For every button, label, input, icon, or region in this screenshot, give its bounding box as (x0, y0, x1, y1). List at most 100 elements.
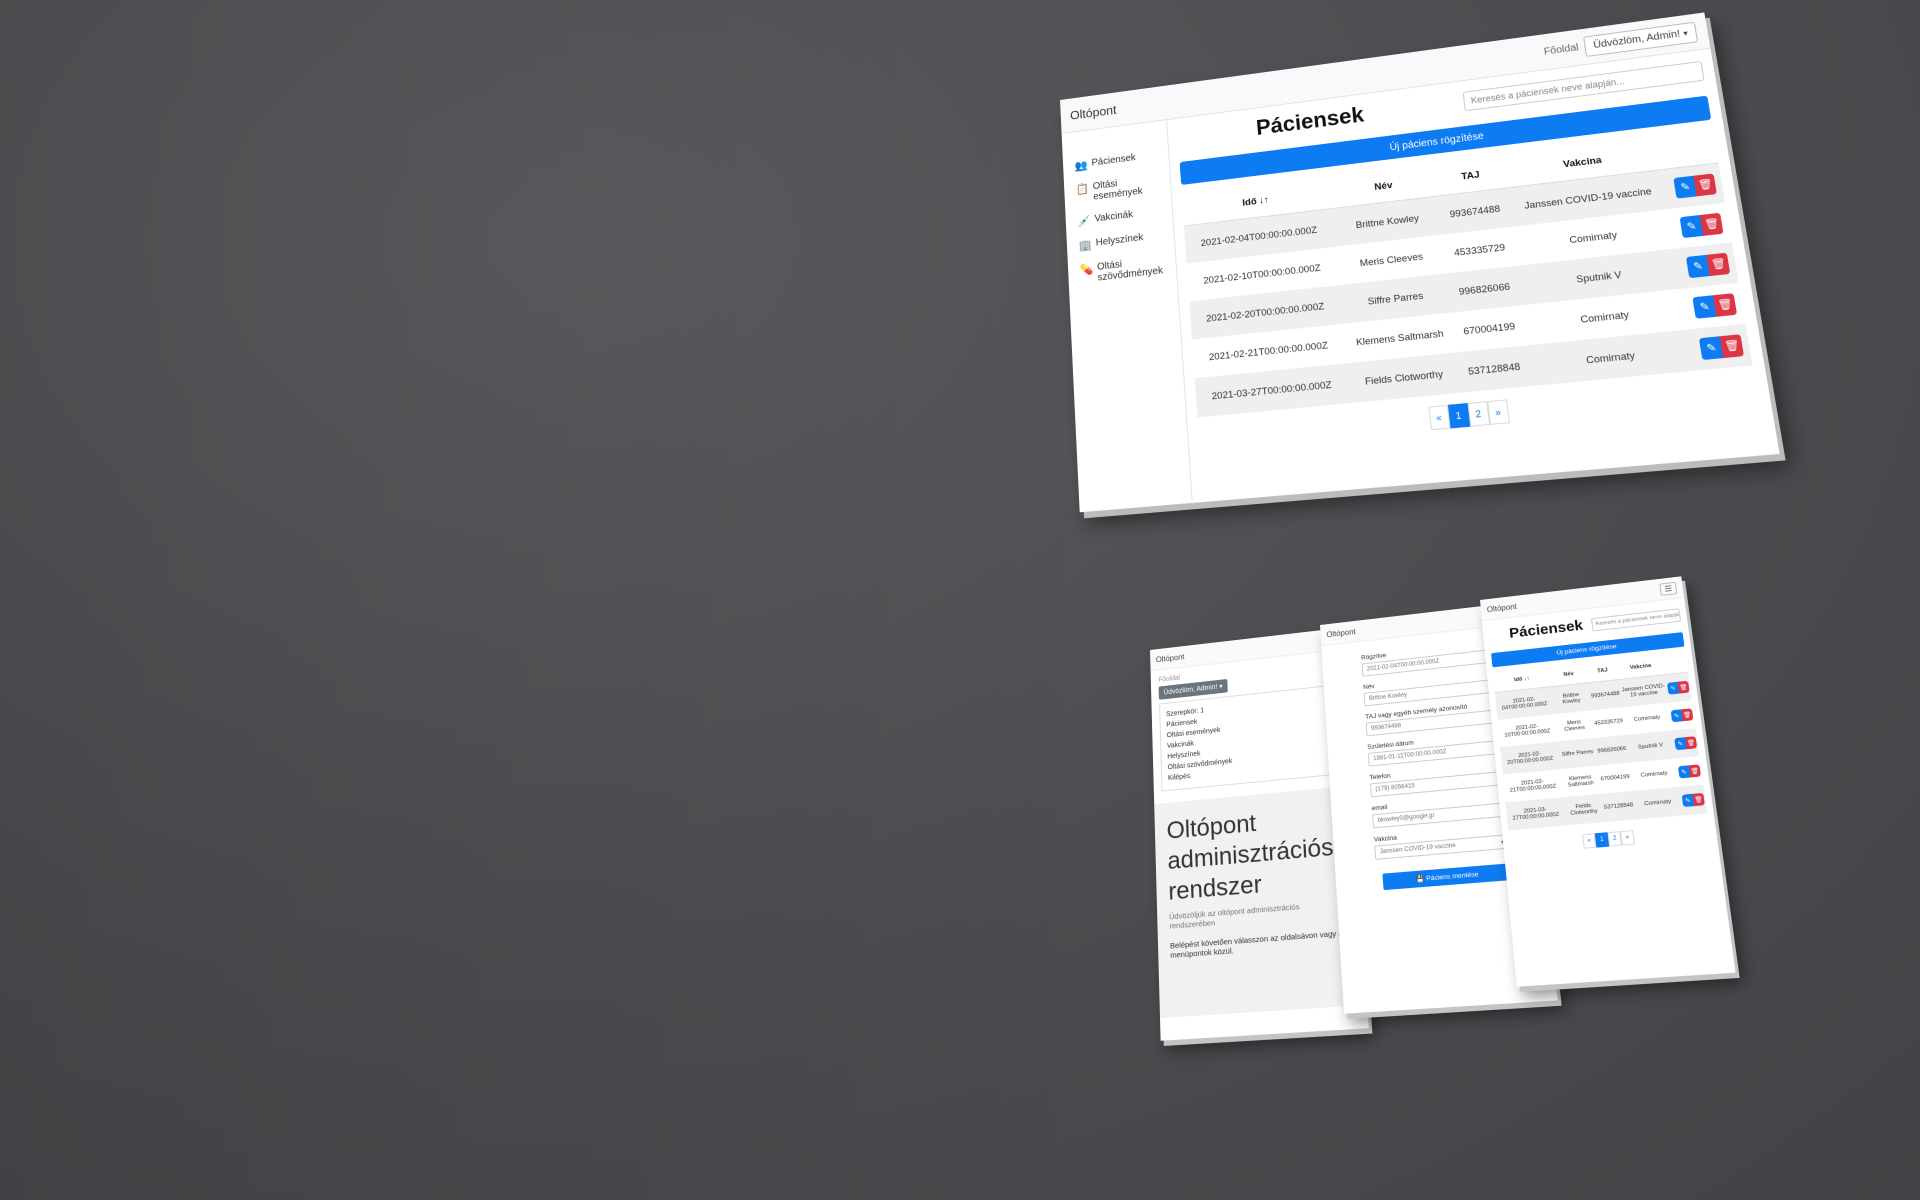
cell-actions: ✎ 🗑 (1665, 162, 1726, 209)
delete-button[interactable]: 🗑 (1684, 736, 1698, 750)
sidebar-item-label: Helyszínek (1095, 232, 1144, 249)
cell-taj: 993674488 (1588, 679, 1623, 711)
row-actions: ✎ 🗑 (1699, 334, 1745, 361)
pencil-icon: ✎ (1677, 740, 1684, 748)
cell-vaccine: Comirnaty (1632, 786, 1684, 820)
user-menu-button[interactable]: Üdvözlöm, Admin! ▾ (1583, 21, 1699, 57)
row-actions: ✎ 🗑 (1681, 792, 1705, 808)
cell-actions: ✎ 🗑 (1685, 283, 1746, 329)
patients-table: Idő ↓↑ Név TAJ Vakcina 2021-02-04T00:00:… (1492, 652, 1708, 831)
cell-taj: 670004199 (1600, 773, 1631, 783)
trash-icon: 🗑 (1694, 796, 1704, 804)
row-actions: ✎ 🗑 (1679, 212, 1724, 239)
hamburger-menu-icon[interactable]: ☰ (1659, 581, 1678, 596)
row-actions: ✎ 🗑 (1686, 252, 1731, 279)
pencil-icon: ✎ (1692, 260, 1704, 273)
row-actions: ✎ 🗑 (1677, 764, 1702, 779)
row-actions: ✎ 🗑 (1692, 293, 1738, 319)
cell-time: 2021-03-27T00:00:00.000Z (1505, 797, 1567, 831)
delete-button[interactable]: 🗑 (1719, 334, 1745, 359)
cell-taj: 670004199 (1462, 320, 1516, 338)
row-actions: ✎ 🗑 (1673, 173, 1718, 199)
delete-button[interactable]: 🗑 (1713, 293, 1738, 317)
users-icon: 👥 (1074, 159, 1088, 173)
cell-name: Meris Cleeves (1564, 719, 1586, 733)
cell-actions: ✎ 🗑 (1672, 728, 1700, 759)
trash-icon: 🗑 (1710, 257, 1727, 271)
delete-button[interactable]: 🗑 (1692, 792, 1705, 807)
delete-button[interactable]: 🗑 (1677, 680, 1690, 694)
save-patient-button[interactable]: 💾 Páciens mentése (1382, 863, 1514, 891)
brand[interactable]: Oltópont (1486, 602, 1517, 614)
delete-button[interactable]: 🗑 (1681, 708, 1694, 722)
row-actions: ✎ 🗑 (1666, 680, 1690, 695)
brand[interactable]: Oltópont (1070, 102, 1117, 122)
syringe-icon: 💉 (1077, 215, 1091, 229)
main-content: Páciensek Keresés a páciensek neve alapj… (1167, 49, 1780, 504)
delete-button[interactable]: 🗑 (1693, 173, 1718, 197)
delete-button[interactable]: 🗑 (1706, 252, 1731, 277)
pencil-icon: ✎ (1686, 220, 1698, 233)
pencil-icon: ✎ (1679, 180, 1691, 194)
row-actions: ✎ 🗑 (1674, 736, 1698, 751)
trash-icon: 🗑 (1697, 178, 1714, 192)
page-1[interactable]: 1 (1447, 403, 1470, 429)
phone-list-screen: Oltópont ☰ Páciensek Keresés a páciensek … (1480, 576, 1736, 987)
pencil-icon: ✎ (1673, 713, 1680, 720)
delete-button[interactable]: 🗑 (1700, 212, 1724, 236)
brand[interactable]: Oltópont (1326, 627, 1356, 639)
pencil-icon: ✎ (1681, 769, 1688, 776)
clipboard-icon: 📋 (1075, 183, 1090, 197)
row-actions: ✎ 🗑 (1670, 708, 1694, 723)
nav-home-link[interactable]: Főoldal (1543, 42, 1579, 57)
cell-name: Siffre Parres (1556, 737, 1599, 770)
user-menu-label: Üdvözlöm, Admin! (1592, 28, 1681, 51)
cell-actions: ✎ 🗑 (1672, 203, 1732, 249)
vaccine-select-value: Janssen COVID-19 vaccine (1379, 842, 1456, 856)
mobile-mockups: Oltópont Főoldal Üdvözlöm, Admin! ▾ Szer… (1150, 576, 1800, 1060)
sidebar-item-label: Páciensek (1091, 152, 1136, 169)
save-patient-label: Páciens mentése (1425, 870, 1479, 883)
cell-taj: 996826066 (1448, 265, 1521, 313)
building-icon: 🏢 (1078, 239, 1093, 253)
trash-icon: 🗑 (1679, 684, 1689, 691)
sidebar-item-label: Oltási szövődmények (1096, 259, 1164, 284)
save-icon: 💾 (1415, 875, 1427, 884)
search-input[interactable]: Keresés a páciensek neve alapján... (1590, 607, 1682, 632)
sidebar-item-label: Vakcinák (1094, 209, 1134, 225)
cell-actions: ✎ 🗑 (1668, 700, 1695, 730)
sidebar-item-label: Oltási események (1092, 178, 1143, 203)
column-header-actions (1662, 652, 1688, 675)
page-prev[interactable]: « (1427, 404, 1451, 431)
pill-icon: 💊 (1079, 263, 1094, 277)
trash-icon: 🗑 (1703, 217, 1721, 231)
page-next[interactable]: » (1486, 399, 1510, 426)
delete-button[interactable]: 🗑 (1688, 764, 1702, 778)
page-next[interactable]: » (1620, 830, 1635, 846)
cell-vaccine: Comirnaty (1640, 770, 1668, 779)
trash-icon: 🗑 (1686, 739, 1696, 747)
cell-actions: ✎ 🗑 (1676, 756, 1703, 787)
cell-actions: ✎ 🗑 (1664, 672, 1692, 703)
page-title: Páciensek (1255, 102, 1366, 140)
pencil-icon: ✎ (1670, 685, 1677, 692)
pencil-icon: ✎ (1705, 341, 1718, 355)
trash-icon: 🗑 (1682, 711, 1692, 719)
pencil-icon: ✎ (1684, 797, 1692, 805)
cell-name: Klemens Saltmarsh (1567, 774, 1595, 789)
cell-taj: 453335729 (1593, 718, 1624, 727)
hero-description: Belépést követően válasszon az oldalsávo… (1169, 928, 1344, 960)
desktop-mockup: Oltópont Főoldal Üdvözlöm, Admin! ▾ 👥 Páci… (1060, 12, 1780, 540)
brand[interactable]: Oltópont (1156, 652, 1185, 664)
page-title: Páciensek (1508, 617, 1584, 642)
pencil-icon: ✎ (1698, 300, 1711, 314)
user-menu-label: Üdvözlöm, Admin! (1163, 683, 1218, 697)
cell-actions: ✎ 🗑 (1678, 242, 1739, 289)
trash-icon: 🗑 (1690, 768, 1700, 775)
caret-down-icon: ▾ (1682, 28, 1689, 38)
hero-title: Oltópont adminisztrációs rendszer (1166, 809, 1335, 906)
cell-taj: 537128848 (1601, 790, 1636, 823)
cell-name: Brittne Kowley (1551, 682, 1592, 715)
trash-icon: 🗑 (1717, 298, 1734, 312)
trash-icon: 🗑 (1723, 339, 1741, 353)
